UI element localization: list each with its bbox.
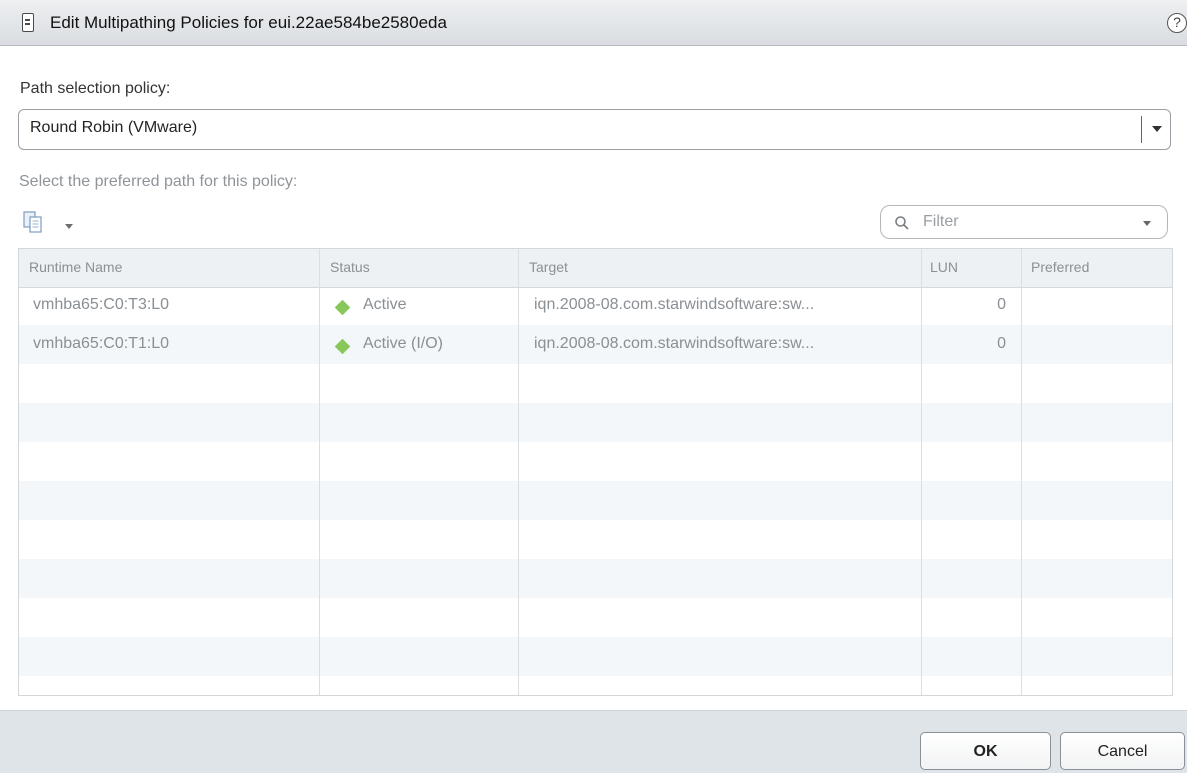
dialog-title: Edit Multipathing Policies for eui.22ae5… — [50, 13, 447, 32]
status-cell: Active — [363, 296, 407, 313]
table-row[interactable]: vmhba65:C0:T1:L0 Active (I/O) iqn.2008-0… — [19, 326, 1172, 365]
path-selection-policy-select[interactable]: Round Robin (VMware) — [18, 109, 1171, 150]
export-icon[interactable] — [23, 211, 43, 235]
preferred-path-label: Select the preferred path for this polic… — [19, 173, 298, 190]
column-header-status[interactable]: Status — [330, 259, 370, 275]
filter-input[interactable]: Filter — [880, 205, 1168, 239]
filter-chevron-down-icon[interactable] — [1143, 221, 1151, 226]
dialog-footer: OK Cancel — [0, 710, 1187, 773]
cancel-button[interactable]: Cancel — [1060, 732, 1185, 770]
table-header: Runtime Name Status Target LUN Preferred — [19, 249, 1172, 288]
ok-button[interactable]: OK — [920, 732, 1051, 770]
dialog-titlebar: Edit Multipathing Policies for eui.22ae5… — [0, 0, 1187, 46]
status-cell: Active (I/O) — [363, 335, 444, 352]
search-icon — [895, 216, 909, 230]
column-header-preferred[interactable]: Preferred — [1031, 259, 1089, 275]
lun-cell: 0 — [997, 335, 1006, 352]
status-active-icon — [334, 299, 351, 316]
lun-cell: 0 — [997, 296, 1006, 313]
table-row[interactable]: vmhba65:C0:T3:L0 Active iqn.2008-08.com.… — [19, 287, 1172, 326]
help-icon[interactable]: ? — [1167, 13, 1187, 33]
path-selection-policy-value: Round Robin (VMware) — [30, 119, 198, 136]
column-header-runtime-name[interactable]: Runtime Name — [29, 259, 122, 275]
paths-table: Runtime Name Status Target LUN Preferred… — [18, 248, 1173, 696]
runtime-name-cell: vmhba65:C0:T3:L0 — [33, 296, 170, 313]
column-header-target[interactable]: Target — [529, 259, 568, 275]
status-active-icon — [334, 338, 351, 355]
device-icon — [22, 13, 34, 32]
export-menu-chevron-down-icon[interactable] — [65, 224, 73, 229]
target-cell: iqn.2008-08.com.starwindsoftware:sw... — [534, 335, 815, 352]
path-selection-policy-label: Path selection policy: — [20, 80, 171, 97]
column-header-lun[interactable]: LUN — [930, 259, 958, 275]
chevron-down-icon[interactable] — [1152, 126, 1162, 132]
runtime-name-cell: vmhba65:C0:T1:L0 — [33, 335, 170, 352]
select-divider — [1141, 116, 1142, 143]
target-cell: iqn.2008-08.com.starwindsoftware:sw... — [534, 296, 815, 313]
filter-placeholder: Filter — [923, 213, 959, 230]
